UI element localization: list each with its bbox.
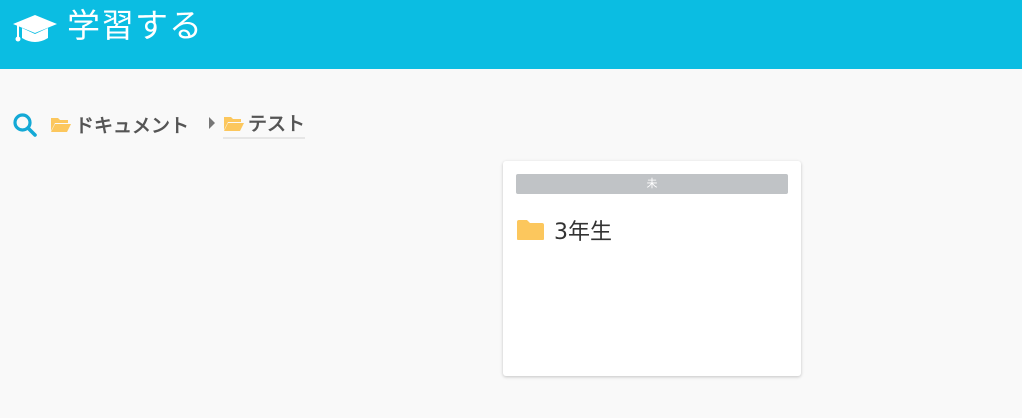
folder-label: 3年生 <box>554 220 612 245</box>
folder-open-icon <box>224 116 244 131</box>
folder-item-3rd-grade[interactable]: 3年生 <box>516 213 612 247</box>
folder-open-icon <box>51 118 71 132</box>
page-title: 学習する <box>67 6 203 45</box>
breadcrumb-label: ドキュメント <box>75 114 190 137</box>
breadcrumb-label: テスト <box>248 113 306 135</box>
graduation-cap-icon <box>13 15 57 42</box>
breadcrumb-item-documents[interactable]: ドキュメント <box>50 109 189 139</box>
status-badge: 未 <box>516 174 788 194</box>
search-icon[interactable] <box>12 112 38 138</box>
folder-card[interactable]: 未 3年生 <box>503 161 801 376</box>
folder-icon <box>517 220 544 240</box>
app-header: 学習する <box>0 0 1022 69</box>
caret-right-icon <box>209 117 215 129</box>
breadcrumb-item-test[interactable]: テスト <box>223 109 306 139</box>
breadcrumb: ドキュメント テスト <box>0 104 1022 144</box>
